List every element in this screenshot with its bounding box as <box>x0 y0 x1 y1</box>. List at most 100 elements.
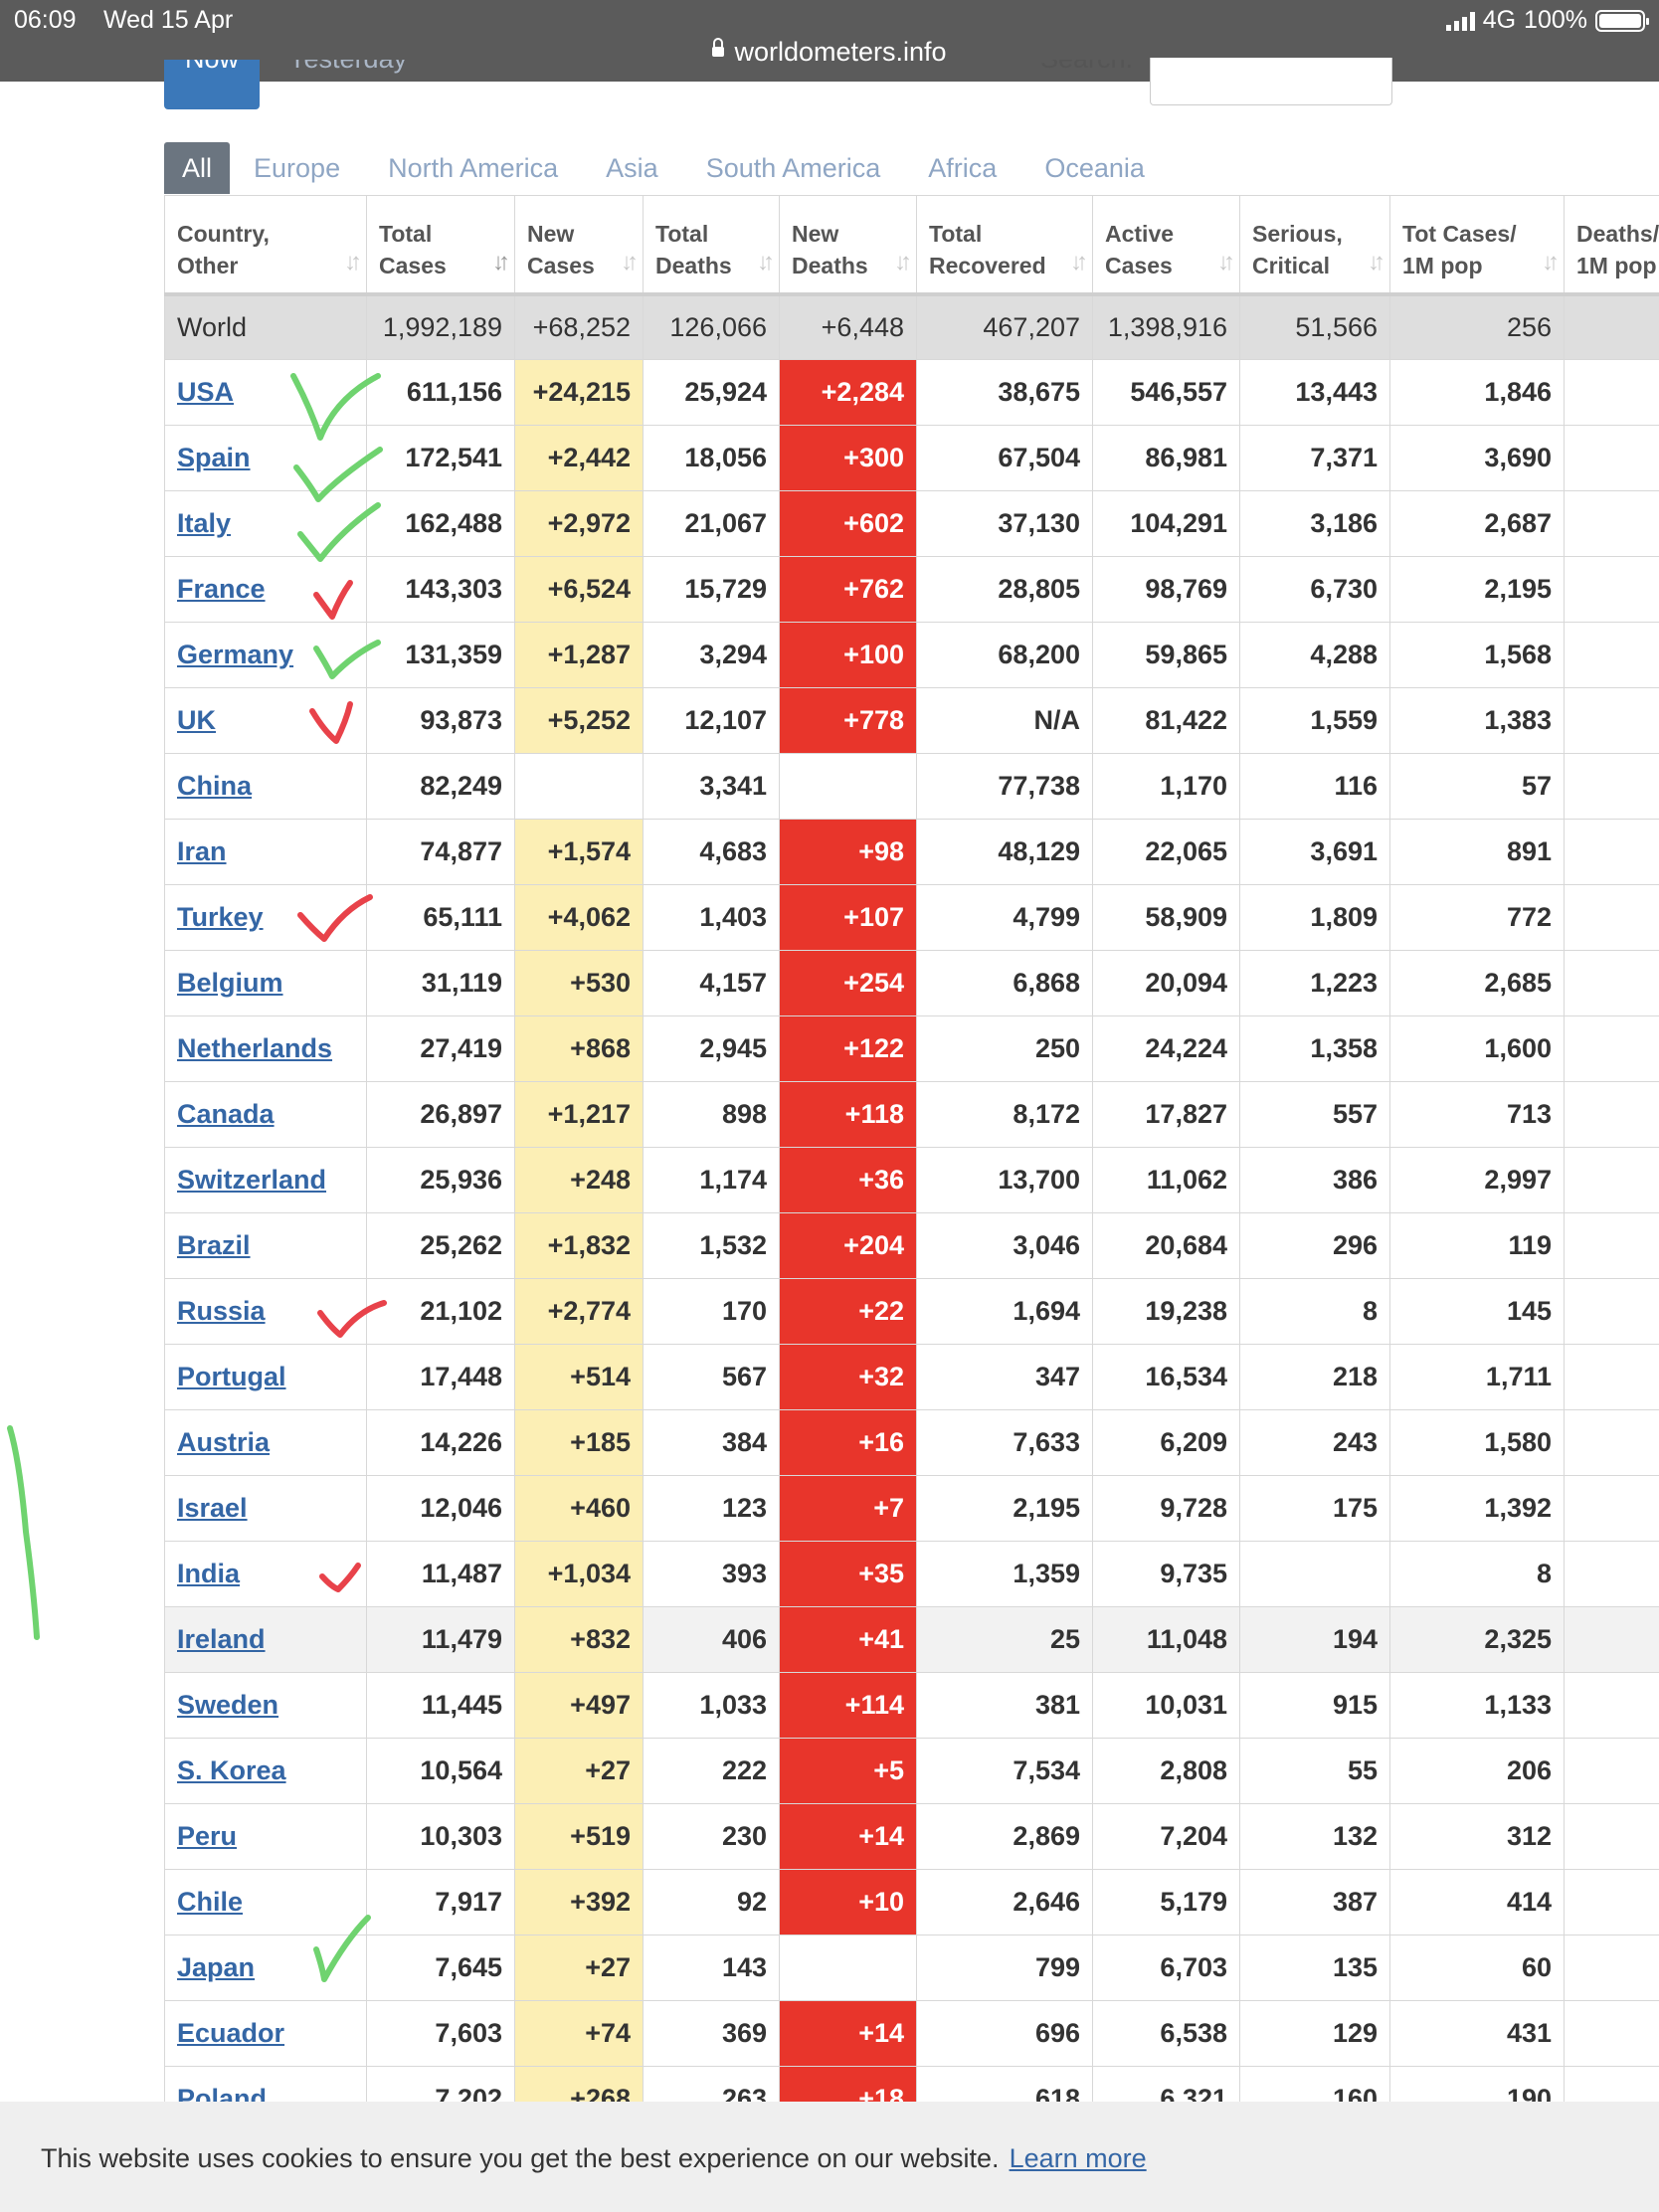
sort-icon[interactable]: ↓↑ <box>344 247 362 278</box>
column-header-deaths-1m-pop[interactable]: Deaths/1M pop <box>1564 195 1659 296</box>
column-header-tot-cases-1m-pop[interactable]: Tot Cases/1M pop ↓↑ <box>1389 195 1565 296</box>
country-link[interactable]: Portugal <box>177 1362 286 1391</box>
table-row: India 11,487+1,034393+351,3599,735 80.3 <box>164 1541 1659 1607</box>
yesterday-button[interactable]: Yesterday <box>288 60 407 105</box>
country-link[interactable]: Chile <box>177 1887 243 1917</box>
world-row: World 1,992,189 +68,252 126,066 +6,448 467,20… <box>164 293 1659 360</box>
column-header-total-cases[interactable]: Total Cases ↓↑ <box>366 195 515 296</box>
column-header-total-deaths[interactable]: Total Deaths ↓↑ <box>643 195 780 296</box>
tab-oceania[interactable]: Oceania <box>1020 142 1169 194</box>
cell-deaths-per-1m: 2 <box>1564 753 1659 820</box>
country-link[interactable]: China <box>177 771 252 801</box>
country-link[interactable]: S. Korea <box>177 1755 286 1785</box>
cell-cases-per-1m: 431 <box>1389 2000 1565 2067</box>
column-header-serious-critical[interactable]: Serious, Critical ↓↑ <box>1239 195 1390 296</box>
tab-north-america[interactable]: North America <box>364 142 582 194</box>
sort-icon[interactable]: ↓↑ <box>1217 247 1235 278</box>
column-header-new-cases[interactable]: New Cases ↓↑ <box>514 195 644 296</box>
sort-icon[interactable]: ↓↑ <box>1542 247 1560 278</box>
cell-total-cases: 14,226 <box>366 1409 515 1476</box>
country-link[interactable]: Iran <box>177 836 227 866</box>
country-link[interactable]: Brazil <box>177 1230 251 1260</box>
cell-serious-critical: 386 <box>1239 1147 1390 1213</box>
country-link[interactable]: Ireland <box>177 1624 266 1654</box>
cell-new-deaths: +254 <box>779 950 917 1016</box>
table-row: Austria 14,226 +185 384 +16 7,633 6,209 243 1,58… <box>164 1409 1659 1476</box>
sort-icon[interactable]: ↓↑ <box>492 247 510 278</box>
cell-new-deaths <box>779 753 917 820</box>
country-link[interactable]: Spain <box>177 443 251 472</box>
country-link[interactable]: Switzerland <box>177 1165 326 1195</box>
tab-asia[interactable]: Asia <box>582 142 682 194</box>
cell-total-recovered: 8,172 <box>916 1081 1093 1148</box>
country-link[interactable]: Israel <box>177 1493 248 1523</box>
cell-total-recovered: 799 <box>916 1935 1093 2001</box>
country-link[interactable]: Netherlands <box>177 1033 332 1063</box>
cell-serious-critical: 7,371 <box>1239 425 1390 491</box>
column-header-total-recovered[interactable]: Total Recovered ↓↑ <box>916 195 1093 296</box>
cell-total-recovered: 250 <box>916 1015 1093 1082</box>
cell-total-recovered: 25 <box>916 1606 1093 1673</box>
cell-serious-critical: 129 <box>1239 2000 1390 2067</box>
cell-new-cases: +530 <box>514 950 644 1016</box>
sort-icon[interactable]: ↓↑ <box>894 247 912 278</box>
cell-deaths-per-1m: 386 <box>1564 425 1659 491</box>
country-link[interactable]: Turkey <box>177 902 264 932</box>
column-header-active-cases[interactable]: Active Cases ↓↑ <box>1092 195 1240 296</box>
date: Wed 15 Apr <box>103 6 234 34</box>
country-link[interactable]: Belgium <box>177 968 283 998</box>
cell-serious-critical: 1,809 <box>1239 884 1390 951</box>
tab-south-america[interactable]: South America <box>682 142 905 194</box>
country-link[interactable]: UK <box>177 705 216 735</box>
table-row: Spain 172,541 +2,442 18,056 +300 67,504 86,981… <box>164 425 1659 491</box>
country-link[interactable]: Germany <box>177 640 293 669</box>
cell-total-cases: 7,645 <box>366 1935 515 2001</box>
country-link[interactable]: Russia <box>177 1296 266 1326</box>
cell-serious-critical: 51,566 <box>1239 293 1390 360</box>
country-link[interactable]: Ecuador <box>177 2018 284 2048</box>
cell-serious-critical: 387 <box>1239 1869 1390 1936</box>
now-button[interactable]: Now <box>164 60 260 109</box>
sort-icon[interactable]: ↓↑ <box>621 247 639 278</box>
data-table-container: Country, Other ↓↑ Total Cases ↓↑ New Cases ↓↑ Tot… <box>164 195 1659 2132</box>
cell-new-deaths: +10 <box>779 1869 917 1936</box>
cell-total-deaths: 384 <box>643 1409 780 1476</box>
column-header-country-other[interactable]: Country, Other ↓↑ <box>164 195 367 296</box>
column-header-new-deaths[interactable]: New Deaths ↓↑ <box>779 195 917 296</box>
cell-total-recovered: 6,868 <box>916 950 1093 1016</box>
cell-cases-per-1m: 57 <box>1389 753 1565 820</box>
country-link[interactable]: Canada <box>177 1099 275 1129</box>
country-link[interactable]: USA <box>177 377 234 407</box>
sort-icon[interactable]: ↓↑ <box>757 247 775 278</box>
learn-more-link[interactable]: Learn more <box>1010 2143 1147 2173</box>
country-link[interactable]: Austria <box>177 1427 270 1457</box>
cell-country: Ireland <box>164 1606 367 1673</box>
cell-serious-critical: 4,288 <box>1239 622 1390 688</box>
country-link[interactable]: Japan <box>177 1952 255 1982</box>
cell-total-recovered: 1,694 <box>916 1278 1093 1345</box>
cell-new-cases: +248 <box>514 1147 644 1213</box>
country-link[interactable]: Italy <box>177 508 231 538</box>
cell-total-deaths: 1,403 <box>643 884 780 951</box>
country-link[interactable]: Peru <box>177 1821 237 1851</box>
table-row: Italy 162,488 +2,972 21,067 +602 37,130 104,29… <box>164 490 1659 557</box>
tab-all[interactable]: All <box>164 142 231 194</box>
cell-new-cases: +514 <box>514 1344 644 1410</box>
country-link[interactable]: India <box>177 1559 240 1588</box>
cell-cases-per-1m: 119 <box>1389 1212 1565 1279</box>
cell-total-deaths: 3,294 <box>643 622 780 688</box>
search-input[interactable] <box>1150 58 1392 105</box>
country-link[interactable]: Sweden <box>177 1690 278 1720</box>
cell-country: Iran <box>164 819 367 885</box>
country-link[interactable]: France <box>177 574 266 604</box>
cell-new-cases: +392 <box>514 1869 644 1936</box>
sort-icon[interactable]: ↓↑ <box>1070 247 1088 278</box>
tab-africa[interactable]: Africa <box>904 142 1020 194</box>
sort-icon[interactable]: ↓↑ <box>1368 247 1385 278</box>
table-row: Germany 131,359 +1,287 3,294 +100 68,200 59,86… <box>164 622 1659 688</box>
table-row: UK 93,873 +5,252 12,107 +778 N/A 81,422 1,559 1,… <box>164 687 1659 754</box>
cell-new-cases: +1,832 <box>514 1212 644 1279</box>
battery-label: 100% <box>1524 6 1587 34</box>
tab-europe[interactable]: Europe <box>230 142 364 194</box>
cell-deaths-per-1m: 17 <box>1564 884 1659 951</box>
